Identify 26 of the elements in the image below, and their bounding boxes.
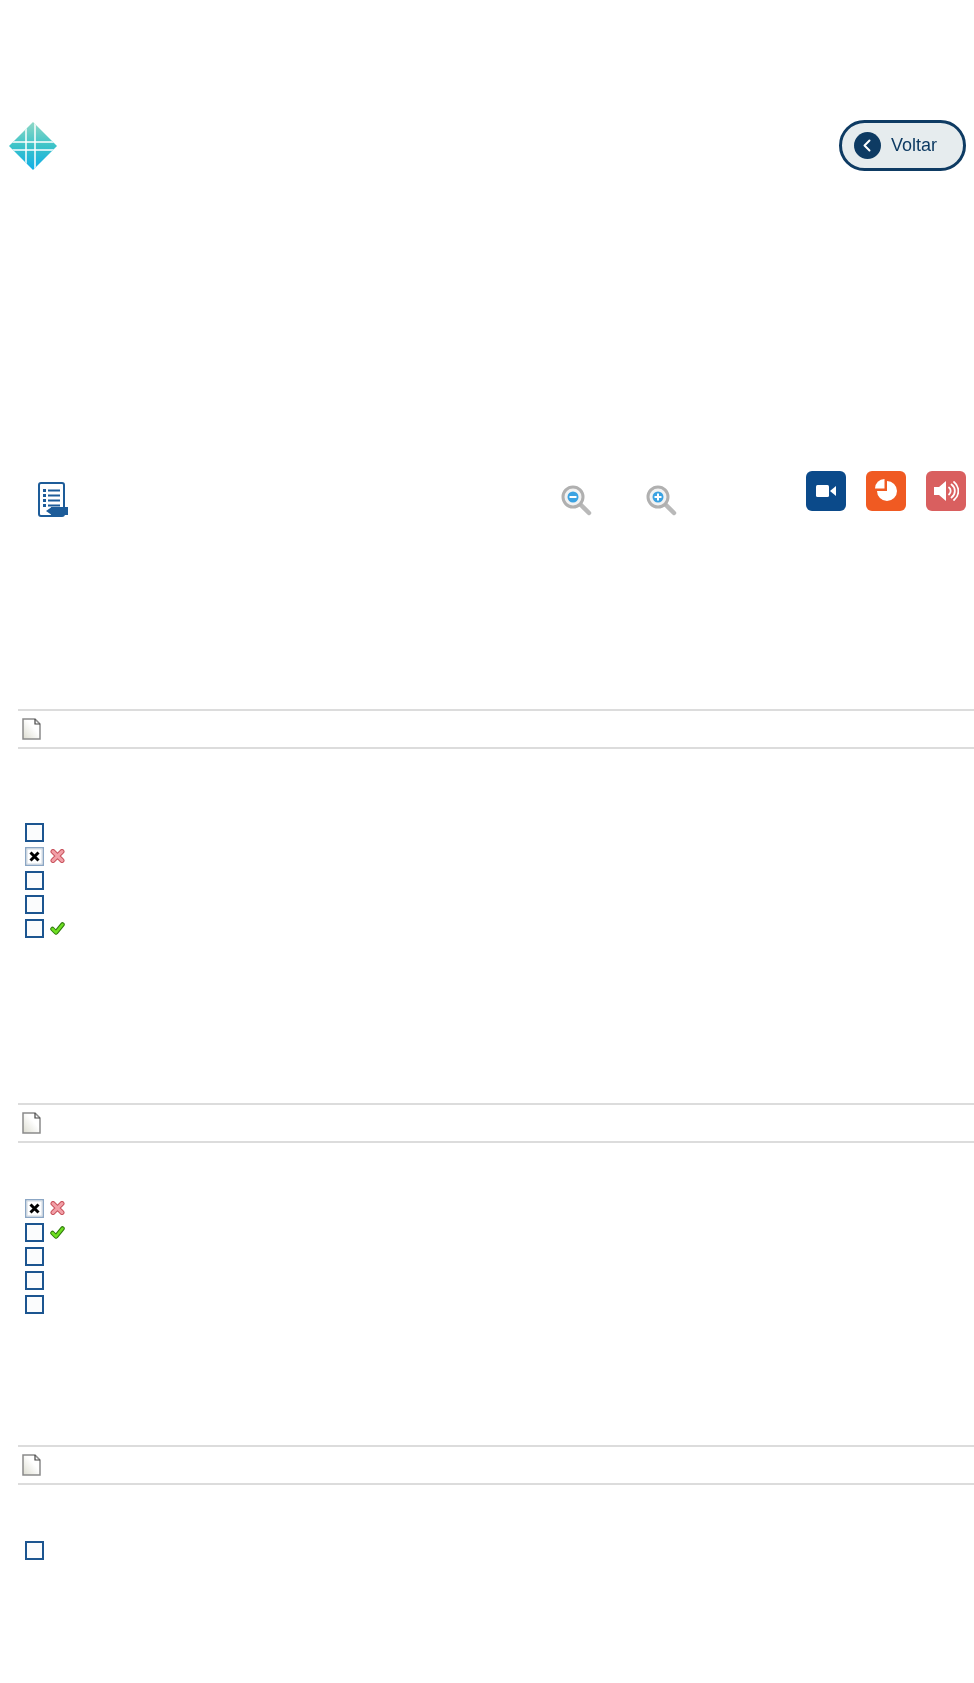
checkbox[interactable] xyxy=(25,1294,44,1314)
checkbox[interactable] xyxy=(25,1198,44,1218)
document-icon xyxy=(22,1112,41,1134)
checkbox[interactable] xyxy=(25,1270,44,1290)
zoom-in-icon[interactable] xyxy=(645,484,677,516)
video-button[interactable] xyxy=(806,471,846,511)
chart-button[interactable] xyxy=(866,471,906,511)
back-button[interactable]: Voltar xyxy=(839,120,966,171)
list-icon[interactable] xyxy=(37,482,69,518)
checkbox[interactable] xyxy=(25,870,44,890)
checkbox[interactable] xyxy=(25,846,44,866)
checkbox[interactable] xyxy=(25,822,44,842)
audio-button[interactable] xyxy=(926,471,966,511)
checkbox[interactable] xyxy=(25,1246,44,1266)
chevron-left-icon xyxy=(854,132,881,159)
checkbox[interactable] xyxy=(25,918,44,938)
speaker-icon xyxy=(933,480,959,502)
checkbox[interactable] xyxy=(25,894,44,914)
checkbox[interactable] xyxy=(25,1540,44,1560)
video-camera-icon xyxy=(816,485,836,497)
logo-icon xyxy=(9,121,57,170)
document-icon xyxy=(22,718,41,740)
zoom-out-icon[interactable] xyxy=(560,484,592,516)
document-icon xyxy=(22,1454,41,1476)
pie-chart-icon xyxy=(873,478,899,504)
checkbox[interactable] xyxy=(25,1222,44,1242)
